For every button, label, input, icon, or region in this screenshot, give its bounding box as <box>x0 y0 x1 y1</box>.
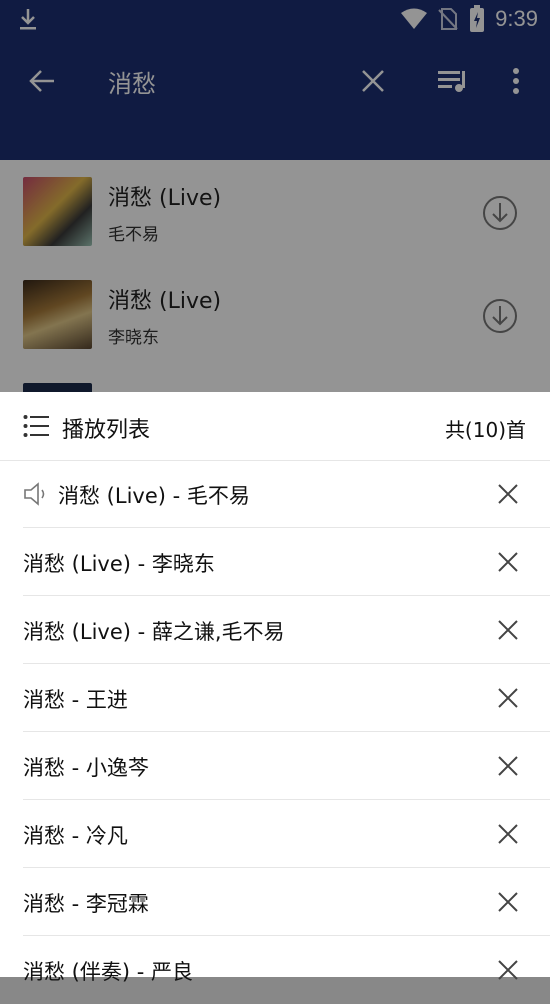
playlist-item-label: 消愁 - 李冠霖 <box>23 892 149 916</box>
playlist-item-label: 消愁 (Live) - 毛不易 <box>58 484 250 508</box>
playlist-item[interactable]: 消愁 - 王进 <box>0 664 550 732</box>
playlist-item[interactable]: 消愁 - 小逸芩 <box>0 732 550 800</box>
playlist-item-label: 消愁 (Live) - 薛之谦,毛不易 <box>23 620 285 644</box>
playlist-item[interactable]: 消愁 (Live) - 薛之谦,毛不易 <box>0 596 550 664</box>
playlist-item-label: 消愁 (伴奏) - 严良 <box>23 960 193 984</box>
playlist-item-label: 消愁 - 冷凡 <box>23 824 128 848</box>
playlist-item[interactable]: 消愁 - 李冠霖 <box>0 868 550 936</box>
remove-x-icon[interactable] <box>496 822 520 846</box>
playlist-item-label: 消愁 - 小逸芩 <box>23 756 149 780</box>
playlist-item-label: 消愁 - 王进 <box>23 688 128 712</box>
list-icon <box>23 415 49 437</box>
playlist-title: 播放列表 <box>62 418 151 443</box>
dim-overlay[interactable] <box>0 0 550 392</box>
remove-x-icon[interactable] <box>496 686 520 710</box>
remove-x-icon[interactable] <box>496 618 520 642</box>
playlist-item-label: 消愁 (Live) - 李晓东 <box>23 552 215 576</box>
remove-x-icon[interactable] <box>496 890 520 914</box>
remove-x-icon[interactable] <box>496 482 520 506</box>
remove-x-icon[interactable] <box>496 958 520 982</box>
playlist-count: 共(10)首 <box>444 418 526 442</box>
playlist-sheet: 播放列表 共(10)首 消愁 (Live) - 毛不易 消愁 (Live) - … <box>0 392 550 984</box>
remove-x-icon[interactable] <box>496 550 520 574</box>
remove-x-icon[interactable] <box>496 754 520 778</box>
playlist-header: 播放列表 共(10)首 <box>0 392 550 461</box>
speaker-icon <box>24 482 45 506</box>
playlist-item[interactable]: 消愁 (伴奏) - 严良 <box>0 936 550 1004</box>
playlist-item[interactable]: 消愁 (Live) - 李晓东 <box>0 528 550 596</box>
playlist-item[interactable]: 消愁 - 冷凡 <box>0 800 550 868</box>
playlist-item[interactable]: 消愁 (Live) - 毛不易 <box>0 460 550 528</box>
